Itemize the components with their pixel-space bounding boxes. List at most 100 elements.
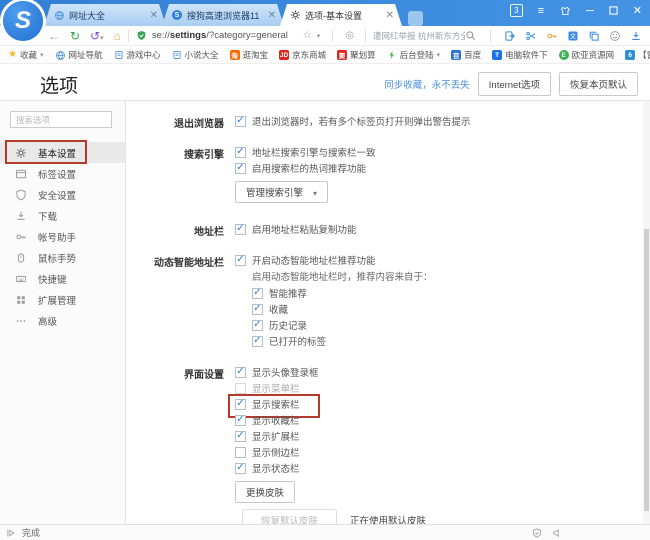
chevron-down-icon[interactable]: ▾ — [317, 32, 321, 40]
new-tab-button[interactable] — [408, 11, 423, 26]
checkbox[interactable] — [252, 303, 263, 315]
feedback-icon[interactable] — [609, 30, 621, 42]
close-button[interactable]: ✕ — [633, 4, 642, 17]
undo-icon[interactable]: ↺▾ — [90, 30, 104, 42]
bookmark-item-7[interactable]: 后台登陆 ▾ — [387, 49, 441, 61]
search-box[interactable]: 遭网红举报 杭州新东方全面 — [373, 30, 483, 42]
bookmark-label: 欧亚资源网 — [571, 50, 615, 60]
menu-icon[interactable]: ≡ — [538, 5, 544, 17]
bookmark-item-1[interactable]: 网址导航 — [55, 49, 103, 61]
bookmark-item-0[interactable]: ★ 收藏 ▾ — [8, 49, 44, 61]
checkbox[interactable] — [235, 115, 246, 127]
chevron-down-icon[interactable]: ▾ — [437, 51, 441, 59]
tab-0[interactable]: 网址大全 ✕ — [44, 4, 166, 26]
login-icon[interactable] — [504, 30, 516, 42]
restore-defaults-button[interactable]: 恢复本页默认 — [558, 72, 638, 96]
content-scrollbar[interactable] — [643, 101, 650, 524]
translate-icon[interactable]: 文 — [567, 30, 579, 42]
bookmark-item-6[interactable]: 聚聚划算 — [337, 49, 376, 61]
checkbox[interactable] — [235, 382, 246, 394]
bookmark-item-10[interactable]: E 欧亚资源网 — [558, 49, 615, 61]
tab-icon — [15, 168, 27, 180]
bookmark-badge-icon: 6 — [625, 50, 636, 60]
checkbox[interactable] — [235, 254, 246, 266]
bookmark-item-2[interactable]: 游戏中心 — [114, 49, 161, 61]
download-icon[interactable] — [630, 30, 642, 42]
tab-close-icon[interactable]: ✕ — [268, 10, 276, 21]
flash-icon — [387, 50, 397, 60]
sidebar-item-8[interactable]: 高级 — [0, 310, 125, 331]
bookmark-item-4[interactable]: 淘逛淘宝 — [229, 49, 268, 61]
checkbox[interactable] — [252, 287, 263, 299]
screenshot-icon[interactable] — [525, 30, 537, 42]
circle-badge-icon[interactable]: ◎ — [345, 30, 354, 41]
chevron-down-icon[interactable]: ▾ — [40, 51, 44, 59]
checkbox-label: 智能推荐 — [269, 289, 308, 300]
checkbox[interactable] — [235, 366, 246, 378]
search-hotword-text[interactable]: 遭网红举报 杭州新东方全面 — [373, 30, 465, 42]
settings-sidebar: 基本设置 标签设置 安全设置 下载 帐号助手 鼠标手势 快捷键 扩展管理 高级 — [0, 101, 126, 524]
address-bar[interactable]: se://settings/?category=general — [136, 30, 303, 41]
bookmark-badge-icon: 淘 — [229, 50, 240, 60]
checkbox[interactable] — [235, 223, 246, 235]
sidebar-item-2[interactable]: 安全设置 — [0, 184, 125, 205]
sidebar-item-3[interactable]: 下载 — [0, 205, 125, 226]
sidebar-item-4[interactable]: 帐号助手 — [0, 226, 125, 247]
sidebar-item-0[interactable]: 基本设置 — [0, 140, 125, 164]
internet-options-button[interactable]: Internet选项 — [477, 72, 551, 96]
tab-close-icon[interactable]: ✕ — [386, 10, 394, 21]
speaker-icon[interactable] — [552, 528, 562, 538]
section-label: 动态智能地址栏 — [154, 258, 224, 269]
sidebar-item-6[interactable]: 快捷键 — [0, 268, 125, 289]
checkbox[interactable] — [252, 335, 263, 347]
restore-default-skin-button[interactable]: 恢复默认皮肤 — [242, 509, 338, 524]
bookmark-item-8[interactable]: 百百度 — [451, 49, 481, 61]
password-icon[interactable] — [546, 30, 558, 42]
settings-section-1: 搜索引擎 地址栏搜索引擎与搜索栏一致 启用搜索栏的热词推荐功能管理搜索引擎 ▾ — [132, 145, 650, 207]
checkbox-label: 开启动态智能地址栏推荐功能 — [252, 256, 376, 267]
maximize-button[interactable] — [609, 6, 618, 15]
star-icon: ★ — [8, 49, 17, 60]
favorite-star-icon[interactable]: ☆ — [303, 30, 312, 41]
checkbox-row: 已打开的标签 — [252, 334, 433, 348]
checkbox[interactable] — [235, 146, 246, 158]
downloads-count-button[interactable]: 3 — [510, 4, 523, 17]
minimize-button[interactable]: ─ — [586, 5, 594, 17]
checkbox[interactable] — [252, 319, 263, 331]
bookmark-item-5[interactable]: JD 京东商城 — [279, 49, 326, 61]
sidebar-toggle-icon[interactable] — [6, 528, 16, 538]
checkbox[interactable] — [235, 462, 246, 474]
search-icon[interactable] — [465, 30, 476, 41]
tab-2[interactable]: 选项-基本设置 ✕ — [280, 4, 402, 26]
sidebar-item-7[interactable]: 扩展管理 — [0, 289, 125, 310]
refresh-icon[interactable]: ↻ — [70, 30, 80, 42]
skin-center-icon[interactable] — [559, 5, 571, 17]
bookmark-item-3[interactable]: 小说大全 — [172, 49, 219, 61]
multi-window-icon[interactable] — [588, 30, 600, 42]
change-skin-button[interactable]: 更换皮肤 — [235, 481, 296, 503]
checkbox[interactable] — [235, 162, 246, 174]
tab-1[interactable]: S 搜狗高速浏览器11 ✕ — [162, 4, 284, 26]
sidebar-item-5[interactable]: 鼠标手势 — [0, 247, 125, 268]
back-icon[interactable]: ← — [48, 30, 60, 42]
manage-search-engines-button[interactable]: 管理搜索引擎 ▾ — [235, 181, 329, 203]
checkbox[interactable] — [235, 430, 246, 442]
url-text[interactable]: se://settings/?category=general — [152, 30, 288, 41]
bookmark-item-9[interactable]: T 电脑软件下 — [492, 49, 548, 61]
bookmark-item-11[interactable]: 6【冒险解谜 — [625, 49, 650, 61]
bookmark-label: 聚划算 — [350, 50, 376, 60]
browser-window: 网址大全 ✕ S 搜狗高速浏览器11 ✕ 选项-基本设置 ✕ 3 ≡ ─ ✕ S… — [0, 0, 650, 540]
shield-check-icon[interactable] — [532, 528, 542, 538]
sidebar-item-1[interactable]: 标签设置 — [0, 163, 125, 184]
tab-close-icon[interactable]: ✕ — [150, 10, 158, 21]
scrollbar-thumb[interactable] — [644, 229, 649, 511]
checkbox[interactable] — [235, 414, 246, 426]
checkbox-label: 已打开的标签 — [269, 337, 327, 348]
home-icon[interactable]: ⌂ — [114, 30, 121, 42]
settings-search-input[interactable] — [10, 111, 112, 128]
sync-favorites-link[interactable]: 同步收藏，永不丢失 — [384, 77, 470, 91]
sogou-logo[interactable]: S — [3, 1, 43, 41]
checkbox[interactable] — [235, 446, 246, 458]
checkbox[interactable] — [235, 398, 246, 410]
sogou-icon: S — [172, 10, 183, 20]
